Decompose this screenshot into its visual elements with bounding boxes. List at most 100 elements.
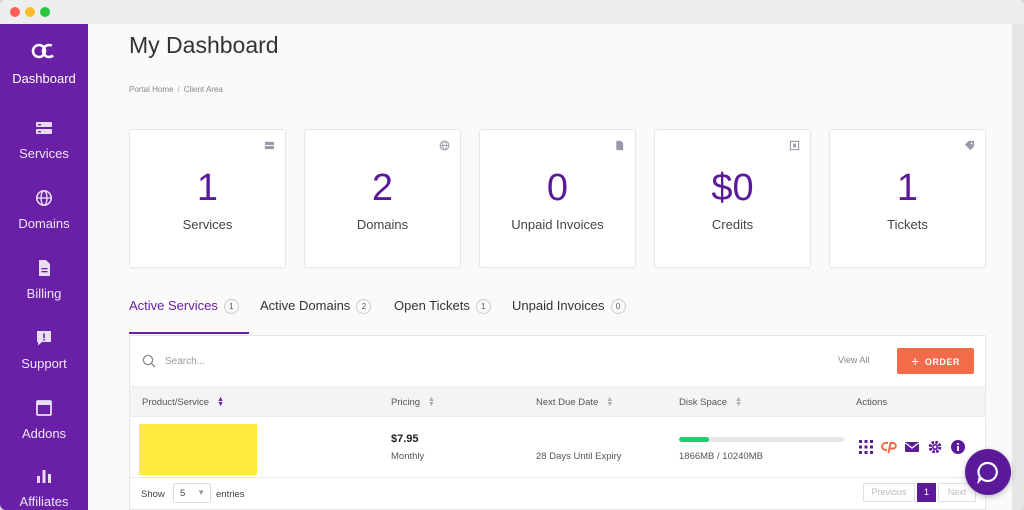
mail-icon[interactable] <box>904 439 920 455</box>
column-header-next-due-date[interactable]: Next Due Date ▲ ▼ <box>536 396 614 408</box>
entries-label: entries <box>216 489 245 500</box>
table-row[interactable]: $7.95 Monthly 28 Days Until Expiry 1866M… <box>130 418 985 478</box>
sidebar-item-dashboard[interactable]: Dashboard <box>0 40 88 86</box>
grid-icon[interactable] <box>858 439 874 455</box>
sidebar-item-support[interactable]: Support <box>0 329 88 371</box>
sidebar-item-addons[interactable]: Addons <box>0 399 88 441</box>
column-header-label: Actions <box>856 397 888 408</box>
plus-icon: + <box>911 353 920 369</box>
breadcrumb-separator: / <box>177 85 180 94</box>
column-header-label: Next Due Date <box>536 397 599 408</box>
logo-icon <box>31 43 57 59</box>
sidebar-item-label: Domains <box>18 216 70 231</box>
stat-label: Unpaid Invoices <box>511 217 604 232</box>
close-window-button[interactable] <box>10 7 20 17</box>
server-icon <box>264 141 275 150</box>
window-icon <box>36 400 52 416</box>
page-number-button[interactable]: 1 <box>917 483 936 502</box>
stat-card-credits[interactable]: $0 Credits <box>654 129 811 268</box>
order-button-label: ORDER <box>924 357 960 367</box>
breadcrumb: Portal Home / Client Area <box>129 85 223 94</box>
sidebar-item-label: Affiliates <box>19 494 69 509</box>
chat-alert-icon <box>37 331 51 346</box>
service-tabs: Active Services 1 Active Domains 2 Open Ti… <box>129 298 985 334</box>
sidebar-item-label: Dashboard <box>12 71 76 86</box>
sidebar-item-services[interactable]: Services <box>0 119 88 161</box>
tab-active-services[interactable]: Active Services 1 <box>129 298 249 334</box>
stat-value: 2 <box>371 167 394 209</box>
tab-label: Active Domains <box>260 298 351 313</box>
title-bar <box>0 0 1024 24</box>
maximize-window-button[interactable] <box>40 7 50 17</box>
page-title: My Dashboard <box>129 32 279 58</box>
server-icon <box>36 122 52 134</box>
breadcrumb-portal-home[interactable]: Portal Home <box>129 85 173 94</box>
table-footer: Show 5 ▼ entries Previous 1 Next <box>130 479 985 510</box>
minimize-window-button[interactable] <box>25 7 35 17</box>
sort-icon: ▲ ▼ <box>606 396 614 408</box>
tab-count-badge: 1 <box>475 299 491 314</box>
cpanel-icon[interactable] <box>881 439 897 455</box>
tag-icon <box>964 140 975 151</box>
sidebar-item-label: Billing <box>26 286 62 301</box>
stat-value: 1 <box>896 167 919 209</box>
chevron-down-icon: ▼ <box>197 488 205 497</box>
stat-label: Domains <box>356 217 409 232</box>
previous-page-button[interactable]: Previous <box>863 483 915 502</box>
disk-usage-bar <box>679 437 844 442</box>
column-header-label: Pricing <box>391 397 421 408</box>
sidebar-item-affiliates[interactable]: Affiliates <box>0 467 88 509</box>
window-edge <box>1012 24 1024 510</box>
sort-icon: ▲ ▼ <box>217 396 224 408</box>
stat-card-tickets[interactable]: 1 Tickets <box>829 129 986 268</box>
credit-icon <box>789 140 800 151</box>
column-header-actions: Actions <box>856 397 887 408</box>
product-name-redacted[interactable] <box>139 424 257 475</box>
gear-icon[interactable] <box>927 439 943 455</box>
tab-unpaid-invoices[interactable]: Unpaid Invoices 0 <box>512 298 626 334</box>
next-due-date: 28 Days Until Expiry <box>536 451 622 462</box>
globe-icon <box>36 190 52 206</box>
stat-value: 0 <box>546 167 569 209</box>
sidebar-item-label: Support <box>21 356 67 371</box>
show-label: Show <box>141 489 165 500</box>
disk-usage-fill <box>679 437 710 442</box>
tab-label: Active Services <box>129 298 218 313</box>
active-services-panel: View All + ORDER Product/Service ▲▼ Pricin… <box>129 335 986 510</box>
column-header-disk-space[interactable]: Disk Space ▲ ▼ <box>679 396 742 408</box>
tab-open-tickets[interactable]: Open Tickets 1 <box>394 298 491 334</box>
search-input[interactable] <box>165 350 465 372</box>
service-price: $7.95 <box>391 433 419 445</box>
main-content: My Dashboard Portal Home / Client Area 1 S… <box>88 24 1012 510</box>
stat-card-domains[interactable]: 2 Domains <box>304 129 461 268</box>
globe-icon <box>439 140 450 151</box>
column-header-label: Disk Space <box>679 397 728 408</box>
column-header-pricing[interactable]: Pricing ▲ ▼ <box>391 396 435 408</box>
active-tab-underline <box>129 332 249 334</box>
column-header-product[interactable]: Product/Service ▲ ▼ <box>142 396 224 408</box>
sort-icon: ▲ ▼ <box>735 396 742 408</box>
stat-card-services[interactable]: 1 Services <box>129 129 286 268</box>
breadcrumb-client-area: Client Area <box>183 85 223 94</box>
tab-active-domains[interactable]: Active Domains 2 <box>260 298 372 334</box>
tab-label: Unpaid Invoices <box>512 298 605 313</box>
info-icon[interactable] <box>950 439 966 455</box>
chat-icon <box>977 461 998 484</box>
order-button[interactable]: + ORDER <box>897 348 974 374</box>
column-header-label: Product/Service <box>142 397 210 408</box>
sidebar-item-label: Services <box>19 146 69 161</box>
document-icon <box>616 140 624 151</box>
document-icon <box>39 260 50 276</box>
tab-count-badge: 1 <box>223 299 239 314</box>
app-window: Dashboard Services Domains Billing Suppo… <box>0 0 1024 510</box>
billing-cycle: Monthly <box>391 451 425 462</box>
live-chat-button[interactable] <box>965 449 1011 495</box>
sidebar-item-billing[interactable]: Billing <box>0 259 88 301</box>
stat-card-unpaid-invoices[interactable]: 0 Unpaid Invoices <box>479 129 636 268</box>
table-header: Product/Service ▲ ▼ Pricing ▲ ▼ Next Due Dat… <box>130 386 985 417</box>
stat-value: 1 <box>196 167 219 209</box>
view-all-link[interactable]: View All <box>838 355 869 365</box>
sidebar-item-domains[interactable]: Domains <box>0 189 88 231</box>
page-size-select[interactable]: 5 ▼ <box>173 483 211 503</box>
page-size-value: 5 <box>180 488 186 499</box>
